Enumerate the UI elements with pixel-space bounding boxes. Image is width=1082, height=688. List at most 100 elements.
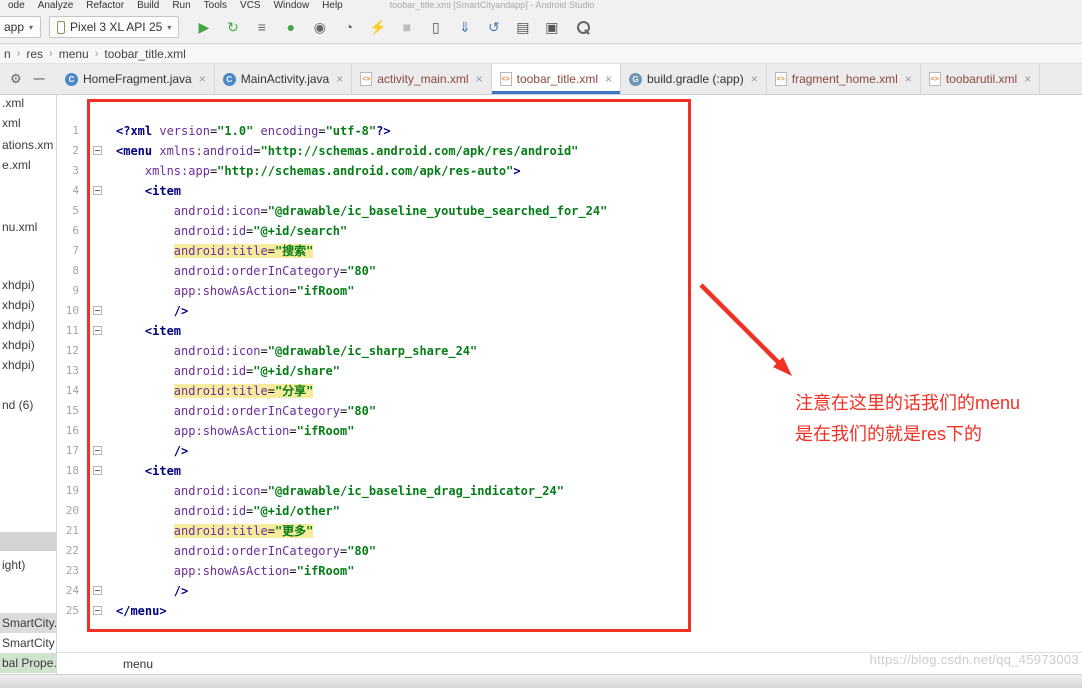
code-line[interactable]: 12 android:icon="@drawable/ic_sharp_shar… [57,341,1082,361]
device-select[interactable]: Pixel 3 XL API 25 ▾ [49,16,179,38]
close-icon[interactable]: × [199,72,206,86]
menu-item-help[interactable]: Help [322,0,343,11]
code-line[interactable]: 6 android:id="@+id/search" [57,221,1082,241]
code-line[interactable]: 20 android:id="@+id/other" [57,501,1082,521]
menu-item-tools[interactable]: Tools [204,0,227,11]
fold-icon[interactable] [93,186,102,195]
project-tree-item[interactable]: ight) [0,555,56,575]
search-icon[interactable] [576,20,591,35]
tab-activity-main-xml[interactable]: <>activity_main.xml× [352,64,491,94]
project-tree-item[interactable]: .xml [0,95,56,113]
tab-toobar-title-xml[interactable]: <>toobar_title.xml× [492,64,621,94]
apply-changes-button[interactable]: ↻ [224,19,241,36]
sdk-manager-button[interactable]: ⇓ [456,19,473,36]
project-tree-item[interactable]: xhdpi) [0,295,56,315]
fold-icon[interactable] [93,446,102,455]
attach-debugger-button[interactable]: ⚡ [369,19,386,36]
tab-build-gradle-app[interactable]: Gbuild.gradle (:app)× [621,64,767,94]
fold-icon[interactable] [93,306,102,315]
code-line[interactable]: 11 <item [57,321,1082,341]
menu-item-window[interactable]: Window [274,0,310,11]
fold-gutter [79,281,116,301]
run-button[interactable]: ▶ [195,19,212,36]
code-line[interactable]: 3 xmlns:app="http://schemas.android.com/… [57,161,1082,181]
line-number: 21 [57,521,79,541]
code-line[interactable]: 22 android:orderInCategory="80" [57,541,1082,561]
code-line[interactable]: 4 <item [57,181,1082,201]
fold-icon[interactable] [93,606,102,615]
gear-icon[interactable]: ⚙ [10,71,22,87]
xml-breadcrumb-item[interactable]: menu [123,657,153,671]
gradle-icon: G [629,73,642,86]
code-line[interactable]: 5 android:icon="@drawable/ic_baseline_yo… [57,201,1082,221]
code-line[interactable]: 19 android:icon="@drawable/ic_baseline_d… [57,481,1082,501]
code-line[interactable]: 2<menu xmlns:android="http://schemas.and… [57,141,1082,161]
project-tree-item[interactable]: ations.xm [0,135,56,155]
profiler-button[interactable]: ◔ [340,19,357,35]
tab-fragment-home-xml[interactable]: <>fragment_home.xml× [767,64,921,94]
code-line[interactable]: 21 android:title="更多" [57,521,1082,541]
fold-gutter [79,261,116,281]
code-line[interactable]: 9 app:showAsAction="ifRoom" [57,281,1082,301]
stop-button[interactable]: ■ [398,19,415,35]
close-icon[interactable]: × [336,72,343,86]
fold-gutter [79,241,116,261]
project-tree-item[interactable]: xhdpi) [0,355,56,375]
tab-label: fragment_home.xml [792,72,898,86]
project-tree-item[interactable]: xhdpi) [0,335,56,355]
code-line[interactable]: 23 app:showAsAction="ifRoom" [57,561,1082,581]
code-editor[interactable]: 1<?xml version="1.0" encoding="utf-8"?>2… [57,95,1082,652]
close-icon[interactable]: × [1024,72,1031,86]
code-line[interactable]: 10 /> [57,301,1082,321]
menu-item-build[interactable]: Build [137,0,159,11]
project-tree-item[interactable]: bal Prope... [0,653,56,673]
menu-item-refactor[interactable]: Refactor [86,0,124,11]
project-tree-item[interactable]: e.xml [0,155,56,175]
code-line[interactable]: 1<?xml version="1.0" encoding="utf-8"?> [57,121,1082,141]
code-line[interactable]: 7 android:title="搜索" [57,241,1082,261]
breadcrumb-item[interactable]: res [26,47,43,61]
avd-manager-button[interactable]: ▯ [427,19,444,36]
fold-icon[interactable] [93,326,102,335]
code-line[interactable]: 18 <item [57,461,1082,481]
close-icon[interactable]: × [905,72,912,86]
tab-mainactivity-java[interactable]: CMainActivity.java× [215,64,353,94]
project-tree-item[interactable]: xhdpi) [0,275,56,295]
tab-label: toobar_title.xml [517,72,598,86]
fold-gutter [79,321,116,341]
close-icon[interactable]: × [476,72,483,86]
code-line[interactable]: 24 /> [57,581,1082,601]
coverage-button[interactable]: ◉ [311,19,328,36]
debug-button[interactable]: ● [282,19,299,35]
menu-item-analyze[interactable]: Analyze [38,0,74,11]
project-tree-item[interactable]: xml [0,113,56,133]
xml-file-icon: <> [929,72,941,86]
code-line[interactable]: 25</menu> [57,601,1082,621]
project-tree-item[interactable]: SmartCity [0,633,56,653]
apply-code-changes-button[interactable]: ≡ [253,19,270,35]
hide-panel-icon[interactable]: — [34,73,45,85]
project-tree-item[interactable]: nd (6) [0,395,56,415]
code-line[interactable]: 8 android:orderInCategory="80" [57,261,1082,281]
device-file-explorer-button[interactable]: ▤ [514,19,531,36]
fold-icon[interactable] [93,586,102,595]
breadcrumb-item[interactable]: n [4,47,11,61]
menu-item-run[interactable]: Run [172,0,190,11]
tab-toobarutil-xml[interactable]: <>toobarutil.xml× [921,64,1040,94]
breadcrumb-item[interactable]: toobar_title.xml [104,47,185,61]
fold-icon[interactable] [93,146,102,155]
close-icon[interactable]: × [605,72,612,86]
run-config-select[interactable]: app ▾ [0,16,41,38]
tab-homefragment-java[interactable]: CHomeFragment.java× [57,64,215,94]
project-tree-item[interactable]: nu.xml [0,217,56,237]
fold-icon[interactable] [93,466,102,475]
sync-gradle-button[interactable]: ↺ [485,19,502,36]
code-line[interactable]: 13 android:id="@+id/share" [57,361,1082,381]
layout-inspector-button[interactable]: ▣ [543,19,560,36]
breadcrumb-item[interactable]: menu [59,47,89,61]
menu-item-vcs[interactable]: VCS [240,0,261,11]
close-icon[interactable]: × [751,72,758,86]
menu-item-ode[interactable]: ode [8,0,25,11]
project-tree-item[interactable]: xhdpi) [0,315,56,335]
project-tree-item[interactable]: SmartCity.. [0,613,56,633]
